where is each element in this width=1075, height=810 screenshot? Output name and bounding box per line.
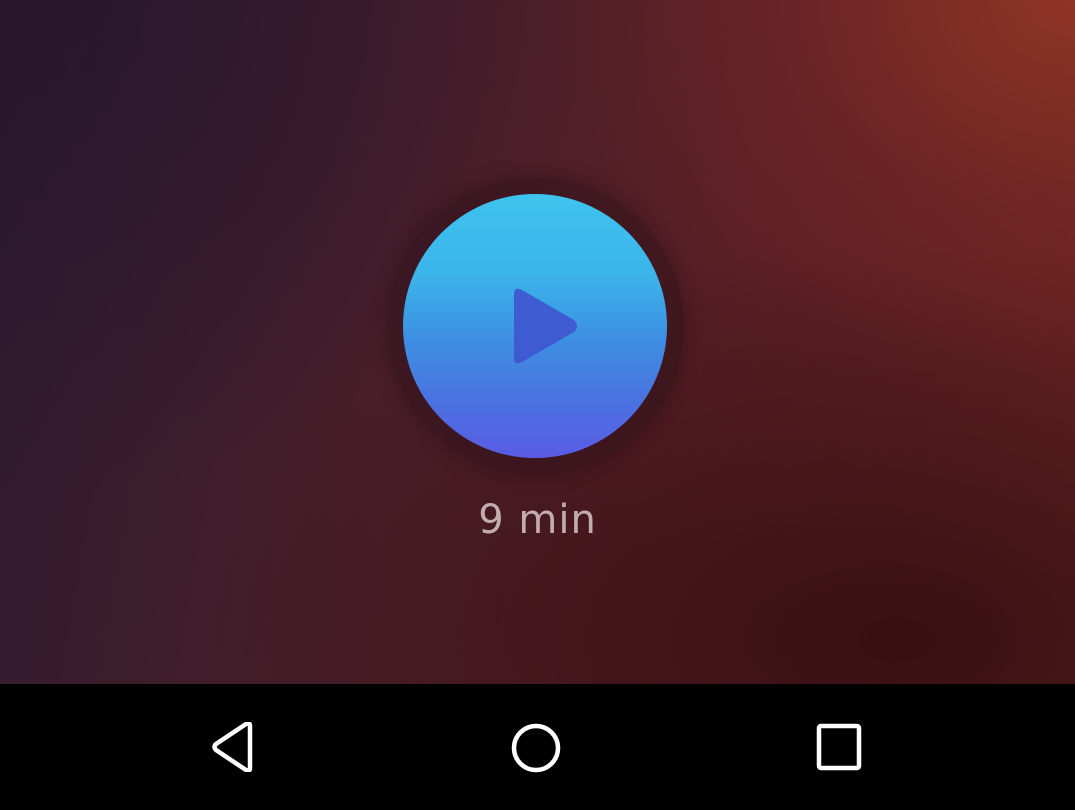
- home-icon: [511, 723, 561, 773]
- navigation-bar: [0, 684, 1075, 810]
- home-button[interactable]: [465, 684, 605, 810]
- back-button[interactable]: [165, 684, 305, 810]
- screen: 9 min: [0, 0, 1075, 810]
- player-background: 9 min: [0, 0, 1075, 684]
- recents-icon: [816, 723, 862, 771]
- play-icon: [514, 288, 577, 364]
- duration-label: 9 min: [478, 497, 597, 543]
- recents-button[interactable]: [769, 684, 909, 810]
- back-icon: [212, 722, 253, 772]
- play-button[interactable]: [403, 194, 667, 458]
